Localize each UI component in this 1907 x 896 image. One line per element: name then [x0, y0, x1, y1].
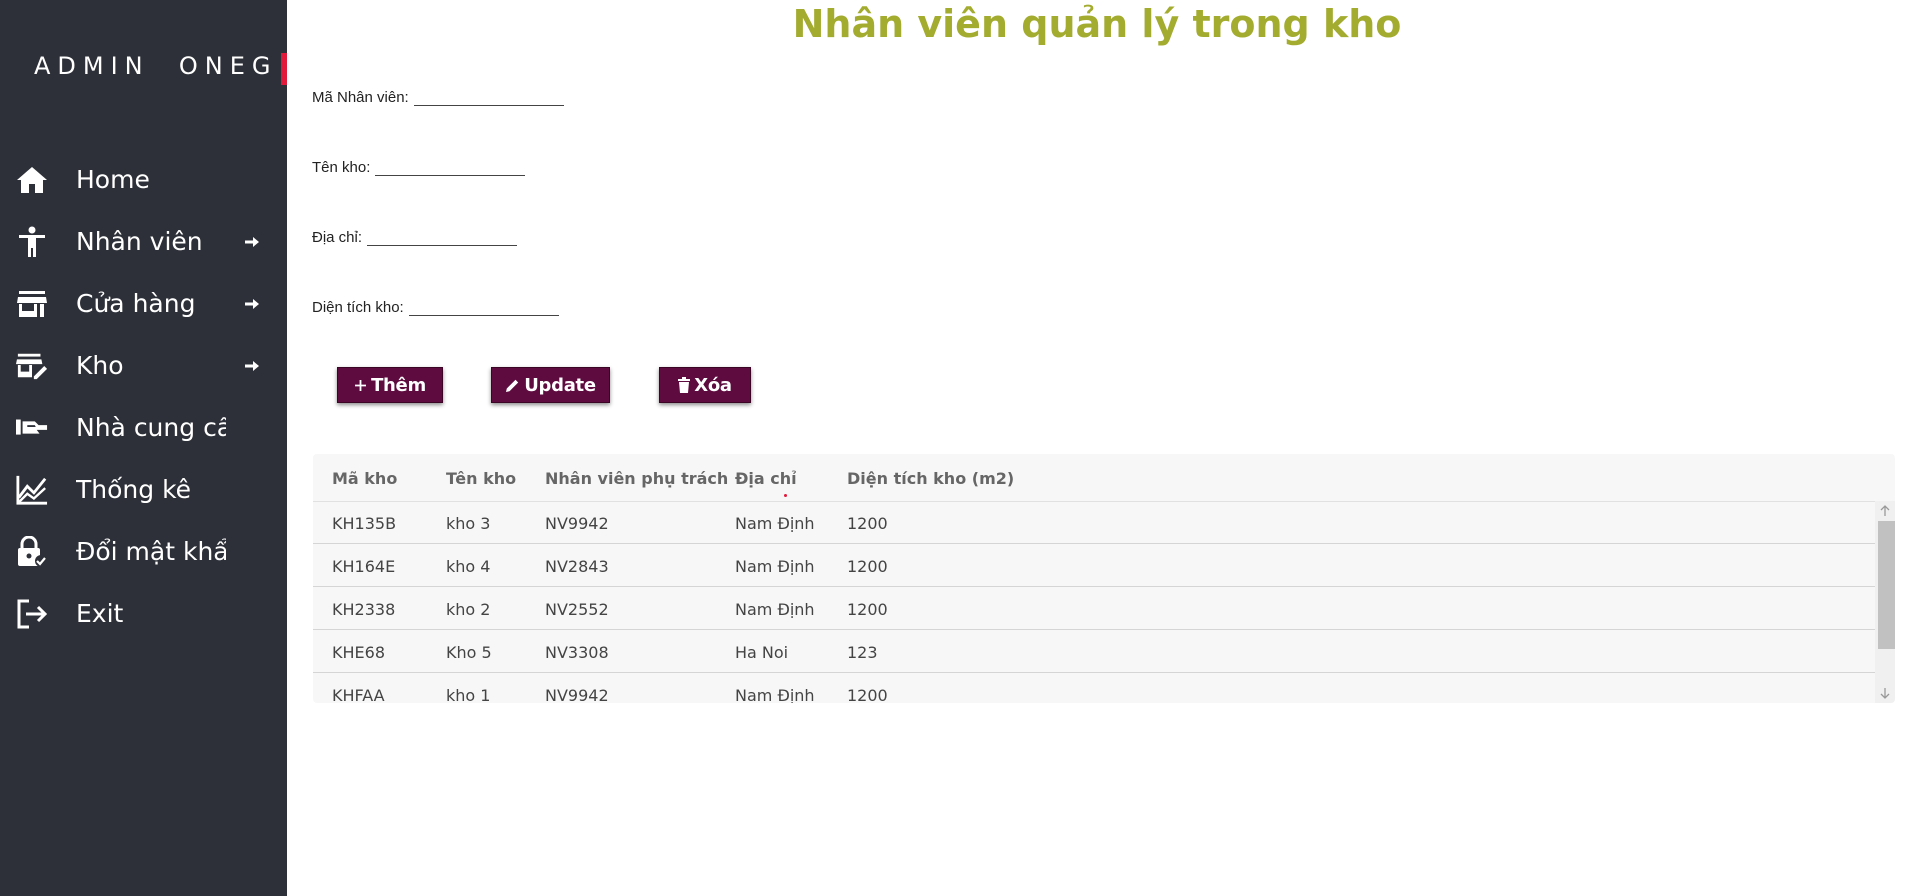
- sidebar: ADMIN ONEG Home Nhân viên Cửa hàng Kho N…: [0, 0, 287, 896]
- table-cell: KHE68: [332, 643, 385, 662]
- delete-button-label: Xóa: [694, 374, 732, 396]
- sidebar-item-label: Exit: [76, 599, 124, 628]
- lock-person-icon: [16, 536, 48, 568]
- table-cell: 1200: [847, 514, 888, 533]
- sidebar-item-doi-mat-khau[interactable]: Đổi mật khẩu: [0, 520, 287, 582]
- sidebar-item-home[interactable]: Home: [0, 148, 287, 210]
- address-field: Địa chỉ:: [312, 229, 518, 246]
- employee-id-label: Mã Nhân viên:: [312, 89, 409, 106]
- sidebar-item-label: Nhân viên: [76, 227, 203, 256]
- plus-icon: [355, 379, 367, 391]
- sidebar-item-thong-ke[interactable]: Thống kê: [0, 458, 287, 520]
- area-label: Diện tích kho:: [312, 299, 404, 316]
- add-button-label: Thêm: [371, 374, 426, 396]
- table-row[interactable]: KH164E kho 4 NV2843 Nam Định 1200: [313, 544, 1875, 587]
- table-cell: NV2552: [545, 600, 609, 619]
- employee-id-field: Mã Nhân viên:: [312, 89, 564, 106]
- scrollbar-thumb[interactable]: [1878, 521, 1895, 649]
- table-cell: NV9942: [545, 686, 609, 703]
- sidebar-item-nhan-vien[interactable]: Nhân viên: [0, 210, 287, 272]
- table-cell: 1200: [847, 686, 888, 703]
- table-scrollbar[interactable]: [1875, 501, 1895, 703]
- sidebar-item-cua-hang[interactable]: Cửa hàng: [0, 272, 287, 334]
- arrow-right-icon: [244, 296, 260, 312]
- home-icon: [16, 164, 48, 196]
- table-cell: Nam Định: [735, 686, 815, 703]
- table-cell: Kho 5: [446, 643, 492, 662]
- table-cell: NV9942: [545, 514, 609, 533]
- sidebar-item-label: Thống kê: [76, 475, 192, 504]
- exit-icon: [16, 598, 48, 630]
- table-body: KH135B kho 3 NV9942 Nam Định 1200 KH164E…: [313, 501, 1875, 703]
- sidebar-item-label: Home: [76, 165, 150, 194]
- brand-accent-bar: [281, 53, 287, 85]
- area-field: Diện tích kho:: [312, 299, 559, 316]
- table-row[interactable]: KH135B kho 3 NV9942 Nam Định 1200: [313, 501, 1875, 544]
- sidebar-item-kho[interactable]: Kho: [0, 334, 287, 396]
- warehouse-edit-icon: [16, 350, 48, 382]
- delete-button[interactable]: Xóa: [659, 367, 751, 403]
- table-row[interactable]: KHE68 Kho 5 NV3308 Ha Noi 123: [313, 630, 1875, 673]
- table-cell: Nam Định: [735, 557, 815, 576]
- column-header[interactable]: Tên kho: [446, 469, 516, 488]
- sidebar-item-label: Kho: [76, 351, 124, 380]
- trash-icon: [678, 377, 691, 393]
- sidebar-item-label: Nhà cung cấp: [76, 413, 226, 442]
- table-cell: NV2843: [545, 557, 609, 576]
- brand-logo-text: ADMIN ONEG: [34, 52, 278, 80]
- store-icon: [16, 288, 48, 320]
- chart-line-icon: [16, 474, 48, 506]
- person-icon: [16, 226, 48, 258]
- update-button[interactable]: Update: [491, 367, 610, 403]
- table-cell: kho 3: [446, 514, 491, 533]
- sidebar-nav: Home Nhân viên Cửa hàng Kho Nhà cung cấ …: [0, 148, 287, 644]
- add-button[interactable]: Thêm: [337, 367, 443, 403]
- warehouse-name-field: Tên kho:: [312, 159, 526, 176]
- table-cell: Ha Noi: [735, 643, 789, 662]
- table-cell: 1200: [847, 600, 888, 619]
- sidebar-item-nha-cung-cap[interactable]: Nhà cung cấp: [0, 396, 287, 458]
- table-cell: kho 1: [446, 686, 491, 703]
- area-input[interactable]: [408, 299, 559, 316]
- table-cell: kho 4: [446, 557, 491, 576]
- address-input[interactable]: [367, 229, 518, 246]
- warehouse-name-input[interactable]: [375, 159, 526, 176]
- hand-supplier-icon: [16, 412, 48, 444]
- table-cell: 123: [847, 643, 878, 662]
- table-cell: kho 2: [446, 600, 491, 619]
- table-header: Mã kho Tên kho Nhân viên phụ trách Địa c…: [313, 454, 1895, 502]
- table-row[interactable]: KHFAA kho 1 NV9942 Nam Định 1200: [313, 673, 1875, 703]
- table-cell: 1200: [847, 557, 888, 576]
- warehouse-name-label: Tên kho:: [312, 159, 371, 176]
- address-label: Địa chỉ:: [312, 229, 363, 246]
- sidebar-item-label: Cửa hàng: [76, 289, 196, 318]
- table-cell: KHFAA: [332, 686, 385, 703]
- warehouse-table: Mã kho Tên kho Nhân viên phụ trách Địa c…: [313, 454, 1895, 703]
- page-title: Nhân viên quản lý trong kho: [792, 2, 1402, 46]
- table-cell: Nam Định: [735, 600, 815, 619]
- column-header[interactable]: Mã kho: [332, 469, 397, 488]
- column-header[interactable]: Địa chỉ: [735, 469, 797, 488]
- scroll-up-arrow-icon[interactable]: [1875, 503, 1895, 519]
- table-cell: Nam Định: [735, 514, 815, 533]
- employee-id-input[interactable]: [413, 89, 564, 106]
- sidebar-item-label: Đổi mật khẩu: [76, 537, 226, 566]
- arrow-right-icon: [244, 234, 260, 250]
- table-cell: NV3308: [545, 643, 609, 662]
- column-header[interactable]: Nhân viên phụ trách: [545, 469, 728, 488]
- update-button-label: Update: [524, 374, 596, 396]
- column-header[interactable]: Diện tích kho (m2): [847, 469, 1014, 488]
- sidebar-item-exit[interactable]: Exit: [0, 582, 287, 644]
- arrow-right-icon: [244, 358, 260, 374]
- table-cell: KH164E: [332, 557, 396, 576]
- table-cell: KH2338: [332, 600, 396, 619]
- table-row[interactable]: KH2338 kho 2 NV2552 Nam Định 1200: [313, 587, 1875, 630]
- scroll-down-arrow-icon[interactable]: [1875, 685, 1895, 701]
- pencil-icon: [506, 379, 519, 392]
- table-cell: KH135B: [332, 514, 397, 533]
- cursor-dot: [784, 494, 787, 497]
